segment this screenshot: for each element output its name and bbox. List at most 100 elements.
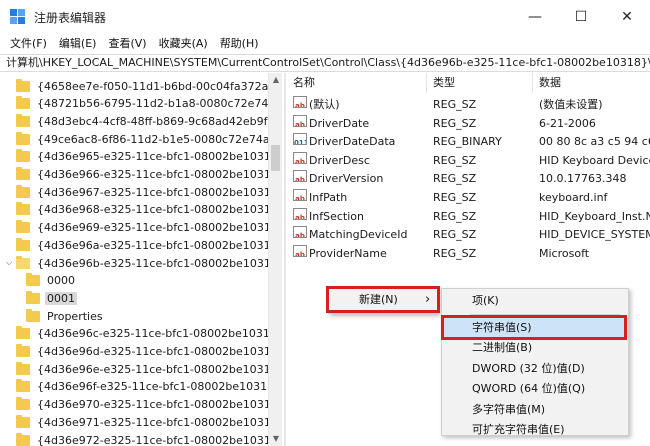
expanded-chevron-icon[interactable]: ⌵ — [4, 258, 14, 268]
tree-item-label: {4d36e971-e325-11ce-bfc1-08002be10318} — [37, 415, 268, 429]
tree-item[interactable]: {4d36e972-e325-11ce-bfc1-08002be10318} — [4, 431, 268, 446]
column-header-name[interactable]: 名称 — [287, 73, 427, 93]
submenu-item-label: 二进制值(B) — [472, 341, 533, 354]
folder-icon — [16, 149, 30, 163]
tree-item-label: {4d36e96c-e325-11ce-bfc1-08002be10318} — [37, 327, 268, 341]
tree-item[interactable]: {4d36e96e-e325-11ce-bfc1-08002be10318} — [4, 360, 268, 378]
folder-icon — [16, 78, 30, 92]
folder-icon — [26, 308, 40, 322]
tree-item-label: {4d36e969-e325-11ce-bfc1-08002be10318} — [37, 221, 268, 235]
tree-item[interactable]: {4d36e96d-e325-11ce-bfc1-08002be10318} — [4, 343, 268, 361]
tree-item[interactable]: Properties — [26, 307, 105, 325]
folder-icon — [16, 184, 30, 198]
value-name: MatchingDeviceId — [309, 228, 408, 242]
menu-view[interactable]: 查看(V) — [102, 34, 152, 54]
maximize-button[interactable]: ☐ — [558, 0, 604, 34]
new-menu-highlight-box — [326, 286, 440, 313]
value-row[interactable]: ab InfPath REG_SZ keyboard.inf — [287, 189, 650, 207]
menu-bar: 文件(F) 编辑(E) 查看(V) 收藏夹(A) 帮助(H) — [0, 34, 650, 54]
folder-icon — [26, 290, 40, 304]
menu-edit[interactable]: 编辑(E) — [53, 34, 103, 54]
tree-item[interactable]: {4d36e971-e325-11ce-bfc1-08002be10318} — [4, 413, 268, 431]
tree-item[interactable]: {48721b56-6795-11d2-b1a8-0080c72e74a2} — [4, 95, 268, 113]
menu-favorites[interactable]: 收藏夹(A) — [153, 34, 214, 54]
new-submenu: 项(K) 字符串值(S) 二进制值(B) DWORD (32 位)值(D) QWORD … — [441, 288, 629, 436]
tree-item-label: {48d3ebc4-4cf8-48ff-b869-9c68ad42eb9f} — [37, 114, 268, 128]
tree-item-label: {4d36e970-e325-11ce-bfc1-08002be10318} — [37, 398, 268, 412]
folder-icon — [16, 255, 30, 269]
value-type: REG_SZ — [433, 116, 477, 130]
folder-icon — [16, 432, 30, 446]
tree-scrollbar[interactable]: ▲ ▼ — [268, 73, 282, 446]
value-type: REG_SZ — [433, 191, 477, 204]
menu-help[interactable]: 帮助(H) — [214, 34, 265, 54]
submenu-item[interactable]: 项(K) — [442, 291, 628, 311]
string-value-icon: ab — [293, 207, 307, 220]
tree-item-label: {4d36e965-e325-11ce-bfc1-08002be10318} — [37, 150, 268, 164]
submenu-item[interactable]: 可扩充字符串值(E) — [442, 420, 628, 440]
tree-item[interactable]: ⌵ {4d36e96b-e325-11ce-bfc1-08002be10318} — [4, 254, 268, 272]
tree-item[interactable]: 0001 — [26, 289, 77, 307]
column-header-type[interactable]: 类型 — [427, 73, 533, 93]
value-data: 10.0.17763.348 — [539, 172, 627, 186]
value-row[interactable]: ab InfSection REG_SZ HID_Keyboard_Inst.NT — [287, 207, 650, 226]
tree-item[interactable]: {4d36e965-e325-11ce-bfc1-08002be10318} — [4, 148, 268, 166]
value-row[interactable]: 011DriverDateData REG_BINARY 00 80 8c a3 c… — [287, 133, 650, 151]
value-data: 6-21-2006 — [539, 116, 596, 130]
tree-item-label: {4d36e96b-e325-11ce-bfc1-08002be10318} — [37, 256, 268, 270]
value-name: (默认) — [309, 98, 340, 111]
tree-item[interactable]: {4d36e969-e325-11ce-bfc1-08002be10318} — [4, 219, 268, 237]
tree-item[interactable]: {4d36e966-e325-11ce-bfc1-08002be10318} — [4, 166, 268, 184]
tree-item[interactable]: {48d3ebc4-4cf8-48ff-b869-9c68ad42eb9f} — [4, 112, 268, 130]
scroll-thumb[interactable] — [271, 145, 280, 171]
string-value-icon: ab — [293, 114, 307, 127]
value-data: keyboard.inf — [539, 191, 608, 204]
value-row[interactable]: ab DriverDesc REG_SZ HID Keyboard Device — [287, 151, 650, 170]
tree-item[interactable]: {4d36e968-e325-11ce-bfc1-08002be10318} — [4, 201, 268, 219]
value-data: HID_Keyboard_Inst.NT — [539, 209, 650, 223]
tree-item[interactable]: {49ce6ac8-6f86-11d2-b1e5-0080c72e74a2} — [4, 130, 268, 148]
submenu-item[interactable]: DWORD (32 位)值(D) — [442, 359, 628, 379]
tree-item[interactable]: {4d36e96c-e325-11ce-bfc1-08002be10318} — [4, 325, 268, 343]
scroll-down-icon[interactable]: ▼ — [269, 432, 283, 446]
folder-icon — [16, 397, 30, 411]
tree-item-label: 0000 — [47, 274, 75, 288]
submenu-item[interactable]: 二进制值(B) — [442, 338, 628, 358]
value-type: REG_BINARY — [433, 135, 502, 149]
submenu-item[interactable]: 多字符串值(M) — [442, 400, 628, 420]
value-row[interactable]: ab DriverDate REG_SZ 6-21-2006 — [287, 114, 650, 133]
value-type: REG_SZ — [433, 209, 477, 223]
address-bar[interactable]: 计算机\HKEY_LOCAL_MACHINE\SYSTEM\CurrentCon… — [0, 54, 650, 72]
string-value-icon: ab — [293, 244, 307, 257]
tree-item-label: 0001 — [45, 291, 77, 305]
value-name: ProviderName — [309, 246, 387, 260]
value-row[interactable]: ab DriverVersion REG_SZ 10.0.17763.348 — [287, 170, 650, 188]
tree-item[interactable]: {4658ee7e-f050-11d1-b6bd-00c04fa372a7} — [4, 77, 268, 95]
string-value-icon: ab — [293, 189, 307, 201]
value-data: Microsoft — [539, 246, 590, 260]
scroll-up-icon[interactable]: ▲ — [269, 73, 283, 87]
pane-splitter[interactable] — [284, 73, 286, 446]
tree-item[interactable]: {4d36e96a-e325-11ce-bfc1-08002be10318} — [4, 236, 268, 254]
value-name: DriverDateData — [309, 135, 396, 149]
close-button[interactable]: ✕ — [604, 0, 650, 34]
tree-item[interactable]: 0000 — [26, 272, 77, 290]
value-name: DriverVersion — [309, 172, 384, 186]
minimize-button[interactable]: — — [512, 0, 558, 34]
tree-item[interactable]: {4d36e96f-e325-11ce-bfc1-08002be10318} — [4, 378, 268, 396]
tree-item[interactable]: {4d36e967-e325-11ce-bfc1-08002be10318} — [4, 183, 268, 201]
tree-item-label: {48721b56-6795-11d2-b1a8-0080c72e74a2} — [37, 97, 268, 111]
submenu-item[interactable]: QWORD (64 位)值(Q) — [442, 379, 628, 399]
tree-item[interactable]: {4d36e970-e325-11ce-bfc1-08002be10318} — [4, 396, 268, 414]
folder-icon — [16, 379, 30, 393]
value-row[interactable]: ab ProviderName REG_SZ Microsoft — [287, 244, 650, 263]
column-header-data[interactable]: 数据 — [533, 73, 650, 93]
folder-icon — [26, 273, 40, 287]
tree-item-label: {4d36e968-e325-11ce-bfc1-08002be10318} — [37, 203, 268, 217]
value-row[interactable]: ab (默认) REG_SZ (数值未设置) — [287, 96, 650, 114]
key-tree: {4658ee7e-f050-11d1-b6bd-00c04fa372a7} {4… — [0, 73, 268, 446]
value-row[interactable]: ab MatchingDeviceId REG_SZ HID_DEVICE_SYSTE… — [287, 226, 650, 244]
folder-icon — [16, 344, 30, 357]
menu-file[interactable]: 文件(F) — [4, 34, 53, 54]
value-name: DriverDesc — [309, 153, 370, 167]
